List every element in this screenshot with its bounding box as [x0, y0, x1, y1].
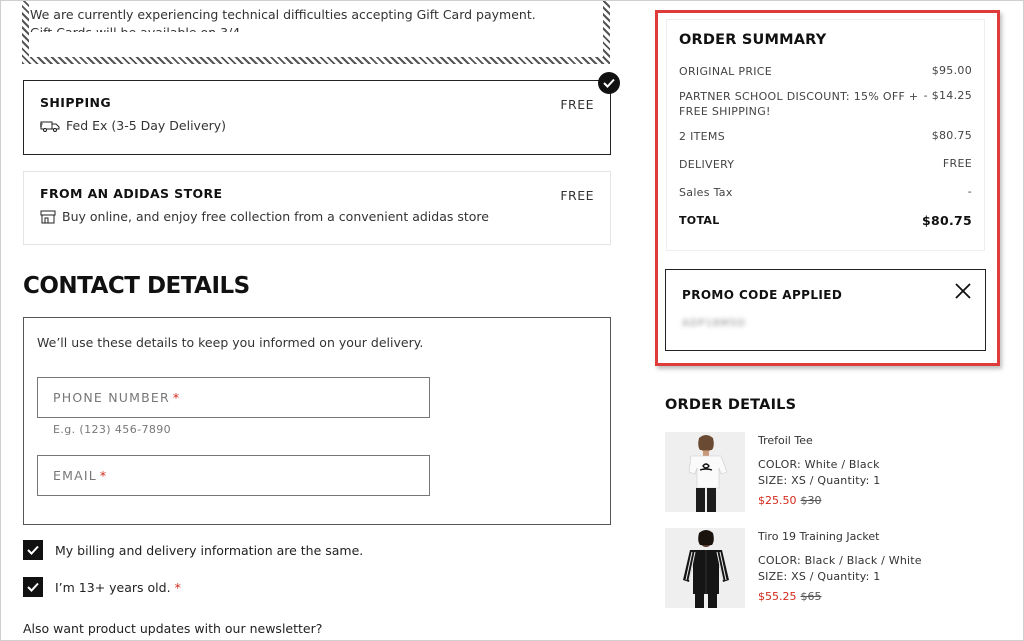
summary-total-label: TOTAL — [679, 214, 720, 227]
summary-row-label: ORIGINAL PRICE — [679, 65, 773, 78]
contact-details-form: We’ll use these details to keep you info… — [23, 317, 611, 525]
summary-row: ORIGINAL PRICE $95.00 — [679, 64, 972, 79]
item-price: $55.25 $65 — [758, 590, 822, 603]
checkmark-icon — [27, 582, 39, 592]
selected-check-icon — [598, 72, 620, 94]
item-price: $25.50 $30 — [758, 494, 822, 507]
gift-card-notice-text: We are currently experiencing technical … — [30, 7, 536, 32]
email-label: EMAIL — [53, 468, 97, 483]
item-sale-price: $25.50 — [758, 494, 797, 507]
item-size: SIZE: XS / Quantity: 1 — [758, 570, 881, 583]
summary-row: PARTNER SCHOOL DISCOUNT: 15% OFF + FREE … — [679, 89, 972, 119]
delivery-option-description: Buy online, and enjoy free collection fr… — [62, 209, 489, 224]
summary-row-value: FREE — [942, 157, 972, 170]
order-summary: ORDER SUMMARY ORIGINAL PRICE $95.00 PART… — [666, 19, 985, 251]
order-details-title: ORDER DETAILS — [665, 397, 797, 413]
item-name: Trefoil Tee — [758, 434, 813, 447]
summary-row: 2 ITEMS $80.75 — [679, 129, 972, 144]
item-sale-price: $55.25 — [758, 590, 797, 603]
summary-row-label: DELIVERY — [679, 158, 735, 171]
order-item: Trefoil Tee COLOR: White / Black SIZE: X… — [665, 432, 995, 512]
phone-number-label: PHONE NUMBER — [53, 390, 170, 405]
contact-info-text: We’ll use these details to keep you info… — [37, 335, 424, 350]
summary-total-value: $80.75 — [921, 213, 972, 228]
age-checkbox-row[interactable]: I’m 13+ years old. * — [23, 577, 181, 597]
newsletter-prompt: Also want product updates with our newsl… — [23, 621, 323, 636]
delivery-option-title: SHIPPING — [40, 95, 112, 110]
contact-details-title: CONTACT DETAILS — [23, 273, 250, 299]
age-label: I’m 13+ years old. — [55, 579, 171, 595]
promo-code-value: ADP18M5D — [682, 318, 746, 329]
item-size: SIZE: XS / Quantity: 1 — [758, 474, 881, 487]
billing-same-checkbox[interactable] — [23, 540, 43, 560]
summary-total-row: TOTAL $80.75 — [679, 213, 972, 228]
delivery-option-store[interactable]: FROM AN ADIDAS STORE FREE Buy online, an… — [23, 171, 611, 245]
item-original-price: $30 — [800, 494, 822, 507]
summary-row: Sales Tax - — [679, 185, 972, 200]
checkmark-icon — [27, 545, 39, 555]
summary-row-value: - $14.25 — [923, 89, 972, 102]
order-item: Tiro 19 Training Jacket COLOR: Black / B… — [665, 528, 995, 608]
delivery-option-description: Fed Ex (3-5 Day Delivery) — [66, 118, 227, 133]
required-mark: * — [99, 468, 108, 483]
summary-row: DELIVERY FREE — [679, 157, 972, 172]
age-checkbox[interactable] — [23, 577, 43, 597]
required-mark: * — [172, 390, 181, 405]
item-color: COLOR: Black / Black / White — [758, 554, 922, 567]
delivery-option-price: FREE — [560, 188, 594, 203]
store-icon — [40, 210, 56, 223]
promo-code-box: PROMO CODE APPLIED ADP18M5D — [665, 269, 986, 351]
phone-number-hint: E.g. (123) 456-7890 — [53, 423, 172, 436]
phone-number-field[interactable]: PHONE NUMBER * — [37, 377, 430, 418]
summary-row-label: Sales Tax — [679, 186, 733, 199]
delivery-option-price: FREE — [560, 97, 594, 112]
delivery-option-title: FROM AN ADIDAS STORE — [40, 186, 223, 201]
truck-icon — [40, 121, 60, 132]
summary-row-label: 2 ITEMS — [679, 130, 725, 143]
summary-row-value: $95.00 — [931, 64, 972, 77]
close-icon[interactable] — [954, 282, 972, 300]
promo-code-title: PROMO CODE APPLIED — [682, 288, 843, 302]
item-name: Tiro 19 Training Jacket — [758, 530, 880, 543]
item-color: COLOR: White / Black — [758, 458, 880, 471]
item-original-price: $65 — [800, 590, 822, 603]
billing-same-checkbox-row[interactable]: My billing and delivery information are … — [23, 540, 363, 560]
summary-row-value: - — [967, 185, 972, 198]
email-field[interactable]: EMAIL * — [37, 455, 430, 496]
summary-row-label: PARTNER SCHOOL DISCOUNT: 15% OFF + FREE … — [679, 90, 919, 118]
order-summary-title: ORDER SUMMARY — [679, 32, 827, 48]
product-image-trefoil-tee — [665, 432, 745, 512]
product-image-tiro-jacket — [665, 528, 745, 608]
required-mark: * — [174, 579, 181, 595]
summary-row-value: $80.75 — [931, 129, 972, 142]
billing-same-label: My billing and delivery information are … — [55, 542, 364, 558]
delivery-option-shipping[interactable]: SHIPPING FREE Fed Ex (3-5 Day Delivery) — [23, 72, 620, 155]
